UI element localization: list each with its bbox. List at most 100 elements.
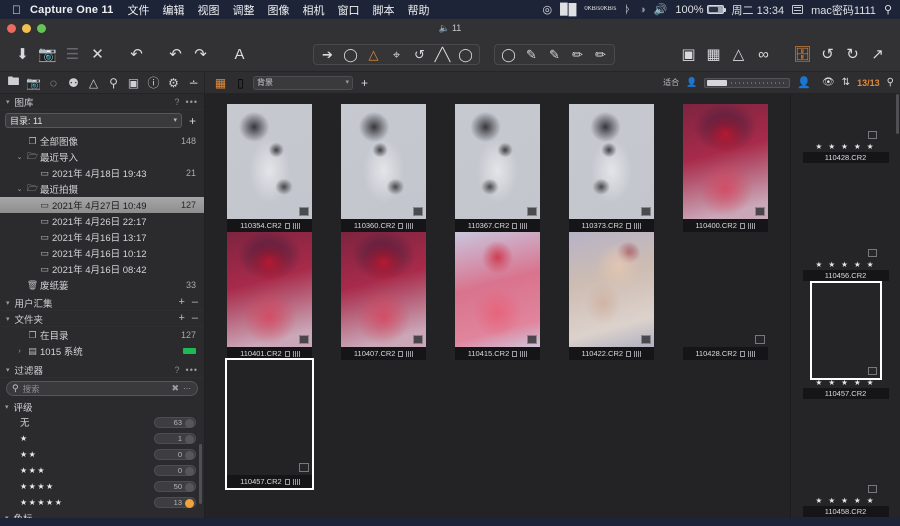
rotate-left-icon[interactable]: ↺ — [815, 42, 840, 66]
thumbnail-cell[interactable]: 110400.CR2 — [668, 104, 782, 232]
image-browser[interactable]: M 麻豆 MODEL PHOTOGRAPH 110354.CR2110360.C… — [205, 94, 790, 526]
library-tab-icon[interactable]: 🖿 — [4, 73, 23, 93]
rotate-right-icon[interactable]: ↻ — [840, 42, 865, 66]
rating-filter-count[interactable]: 0 — [154, 448, 196, 460]
filmstrip-thumbnail[interactable] — [812, 401, 880, 496]
thumbnail-image[interactable] — [682, 104, 768, 219]
thumbnail-wrapper[interactable]: 110407.CR2 — [341, 232, 427, 360]
library-tree-item[interactable]: ⌄ 🗁 最近拍摄 — [0, 181, 204, 197]
text-tool-icon[interactable]: A — [227, 42, 252, 66]
gradient-mask-tool-icon[interactable]: ✎ — [543, 45, 566, 64]
library-tree-item[interactable]: ❐ 全部图像 148 — [0, 133, 204, 149]
volume-icon[interactable]: 🔊 — [654, 3, 668, 16]
thumbnail-image[interactable] — [227, 232, 313, 347]
add-collection-button[interactable]: + — [358, 76, 371, 90]
draw-mask-tool-icon[interactable]: ◯ — [497, 45, 520, 64]
library-tree-item[interactable]: ▭ 2021年 4月16日 10:12 — [0, 245, 204, 261]
thumbnail-cell[interactable]: 110457.CR2 — [213, 358, 327, 490]
rating-filter-count[interactable]: 63 — [154, 416, 196, 428]
close-icon[interactable]: ✕ — [85, 42, 110, 66]
filters-header[interactable]: ▾ 过滤器 ? ••• — [0, 362, 204, 378]
chevron-down-icon[interactable]: ▾ — [6, 315, 10, 323]
menu-item-camera[interactable]: 相机 — [303, 2, 325, 18]
rating-filter-toggle[interactable] — [185, 498, 194, 508]
disclosure-arrow-icon[interactable]: ⌄ — [14, 153, 25, 161]
user-account-label[interactable]: mac密码1111 — [811, 2, 876, 18]
undo-icon[interactable]: ↶ — [163, 42, 188, 66]
disclosure-arrow-icon[interactable]: › — [14, 348, 25, 355]
thumbnail-size-slider[interactable] — [704, 77, 791, 88]
menu-item-adjust[interactable]: 调整 — [233, 2, 255, 18]
share-icon[interactable]: ↗ — [865, 42, 890, 66]
add-catalog-button[interactable]: + — [186, 114, 199, 128]
color-tab-icon[interactable]: ⚉ — [64, 73, 83, 93]
filmstrip-rating[interactable]: ★ ★ ★ ★ ★ — [791, 496, 900, 506]
rating-filter-toggle[interactable] — [185, 450, 194, 460]
library-tree-item[interactable]: ⌄ 🗁 最近导入 — [0, 149, 204, 165]
rating-filter-count[interactable]: 13 — [154, 496, 196, 508]
crop-tool-icon[interactable]: ⌖ — [385, 45, 408, 64]
exposure-tab-icon[interactable]: △ — [84, 73, 103, 93]
thumbnail-wrapper[interactable]: 110367.CR2 — [454, 104, 540, 232]
add-user-collection-button[interactable]: + — [178, 297, 184, 308]
filmstrip-scrollbar[interactable] — [896, 94, 899, 134]
remove-folder-button[interactable]: – — [192, 313, 198, 324]
folder-tree-item[interactable]: ❐ 在目录 127 — [0, 327, 204, 343]
wifi-icon[interactable]: ◑ — [639, 4, 646, 16]
grid-overlay-icon[interactable]: ▦ — [701, 42, 726, 66]
capture-icon[interactable]: 📷 — [35, 42, 60, 66]
search-options-icon[interactable]: ⋯ — [183, 384, 192, 393]
single-view-icon[interactable]: ▯ — [233, 76, 248, 90]
filmstrip-rating[interactable]: ★ ★ ★ ★ ★ — [791, 142, 900, 152]
search-icon[interactable]: ⚲ — [887, 77, 894, 88]
rating-filter-toggle[interactable] — [185, 482, 194, 492]
add-folder-button[interactable]: + — [178, 313, 184, 324]
chevron-down-icon[interactable]: ▾ — [5, 403, 9, 411]
menu-item-file[interactable]: 文件 — [128, 2, 150, 18]
rating-filter-row[interactable]: ★★★★ 50 — [0, 478, 204, 494]
rating-filter-row[interactable]: ★ 1 — [0, 430, 204, 446]
output-tab-icon[interactable]: ⚙ — [164, 73, 183, 93]
rating-filter-count[interactable]: 50 — [154, 480, 196, 492]
catalog-dropdown[interactable]: 目录: 11 ▾ — [5, 113, 182, 128]
library-section-header[interactable]: ▾ 图库 ? ••• — [0, 94, 204, 110]
rating-filter-count[interactable]: 0 — [154, 464, 196, 476]
thumbnail-image[interactable] — [454, 104, 540, 219]
help-icon[interactable]: ? — [175, 97, 180, 107]
thumbnail-image[interactable] — [227, 104, 313, 219]
filmstrip-rating[interactable]: ★ ★ ★ ★ ★ — [791, 260, 900, 270]
thumbnail-wrapper[interactable]: 110415.CR2 — [454, 232, 540, 360]
spot-removal-tool-icon[interactable]: ◯ — [454, 45, 477, 64]
thumbnail-cell[interactable]: 110422.CR2 — [554, 232, 668, 360]
thumbnail-cell[interactable]: 110415.CR2 — [441, 232, 555, 360]
minimize-window-button[interactable] — [22, 23, 31, 33]
collection-dropdown[interactable]: 背景 ▾ — [253, 75, 353, 90]
filmstrip-thumbnail[interactable] — [812, 165, 880, 260]
thumbnail-wrapper[interactable]: 110360.CR2 — [341, 104, 427, 232]
thumbnail-wrapper[interactable]: 110428.CR2 — [682, 232, 768, 360]
filter-scrollbar[interactable] — [199, 444, 202, 504]
menu-item-help[interactable]: 帮助 — [408, 2, 430, 18]
thumbnail-wrapper[interactable]: 110422.CR2 — [568, 232, 654, 360]
keystone-tool-icon[interactable]: ╱╲ — [431, 45, 454, 64]
white-balance-tool-icon[interactable]: △ — [362, 45, 385, 64]
pan-tool-icon[interactable]: ◯ — [339, 45, 362, 64]
spotlight-icon[interactable]: ⚲ — [884, 3, 892, 16]
rating-filter-row[interactable]: ★★ 0 — [0, 446, 204, 462]
menu-item-edit[interactable]: 编辑 — [163, 2, 185, 18]
clone-tool-icon[interactable]: ✏ — [589, 45, 612, 64]
rating-filter-toggle[interactable] — [185, 434, 194, 444]
details-tab-icon[interactable]: ⚲ — [104, 73, 123, 93]
menu-item-window[interactable]: 窗口 — [338, 2, 360, 18]
thumbnail-wrapper[interactable]: 110401.CR2 — [227, 232, 313, 360]
thumbnail-image[interactable] — [227, 360, 312, 475]
network-speed-indicator[interactable]: 0KB/s 0KB/s — [584, 6, 616, 13]
maximize-window-button[interactable] — [37, 23, 46, 33]
thumbnail-wrapper[interactable]: 110400.CR2 — [682, 104, 768, 232]
metadata-tab-icon[interactable]: ⓘ — [144, 73, 163, 93]
thumbnail-cell[interactable]: 110354.CR2 — [213, 104, 327, 232]
filmstrip-thumbnail[interactable] — [809, 281, 882, 380]
filters-action-menu-icon[interactable]: ••• — [186, 365, 198, 375]
undo-all-icon[interactable]: ↶ — [124, 42, 149, 66]
rating-filter-row[interactable]: ★★★★★ 13 — [0, 494, 204, 510]
